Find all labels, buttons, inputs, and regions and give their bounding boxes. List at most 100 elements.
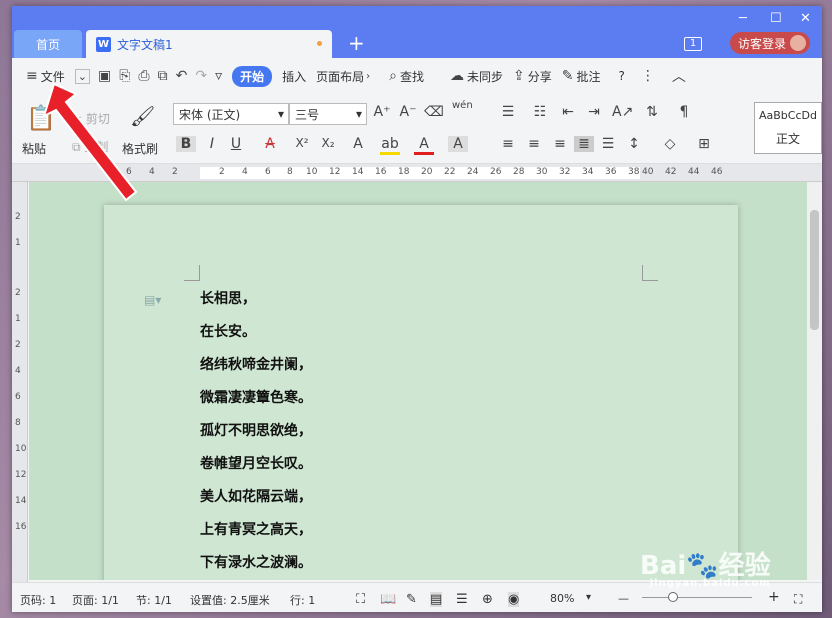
sync-status[interactable]: ☁ 未同步 [450,68,503,85]
style-normal[interactable]: AaBbCcDd 正文 [754,102,822,154]
shrink-font-icon[interactable]: A⁻ [398,104,418,120]
comment-label: 批注 [576,69,601,84]
outline-view-icon[interactable]: ☰ [456,592,468,607]
document-page[interactable]: ▤▾ 长相思， 在长安。 络纬秋啼金井阑， 微霜凄凄簟色寒。 孤灯不明思欲绝， … [104,205,738,580]
help-button[interactable]: ? [619,69,625,83]
page-number[interactable]: 页码: 1 [20,592,56,608]
subscript-button[interactable]: X₂ [318,136,338,150]
paragraph-handle-icon[interactable]: ▤▾ [144,293,161,307]
sort-icon[interactable]: ⇅ [642,104,662,120]
underline-button[interactable]: U [226,136,246,152]
superscript-button[interactable]: X² [292,136,312,150]
vertical-scrollbar[interactable] [807,182,822,580]
tab-home[interactable]: 首页 [14,30,82,58]
style-name: 正文 [775,132,800,146]
highlight-icon[interactable]: ab [380,136,400,155]
vertical-ruler[interactable]: 2 1 2 1 2 4 6 8 10 12 14 16 [12,182,28,582]
bullet-list-icon[interactable]: ☰ [498,104,518,120]
setting-value[interactable]: 设置值: 2.5厘米 [190,592,270,608]
distribute-icon[interactable]: ☰ [598,136,618,152]
font-color-icon[interactable]: A [414,136,434,155]
ruler-tick: 4 [15,366,21,376]
format-painter-icon[interactable]: 🖌 [130,104,155,128]
share-button[interactable]: ⇪ 分享 [513,68,552,85]
clear-format-icon[interactable]: ⌫ [424,104,444,120]
minimize-button[interactable]: ─ [739,11,747,26]
page-view-icon[interactable]: ▤ [430,592,443,607]
print-icon[interactable]: ⎙ [138,68,149,84]
horizontal-ruler[interactable]: 6 4 2 2 4 6 8 10 12 14 16 18 20 22 24 26… [12,164,822,182]
grow-font-icon[interactable]: A⁺ [372,104,392,120]
borders-icon[interactable]: ⊞ [694,136,714,152]
show-marks-icon[interactable]: ¶ [674,104,694,120]
tab-page-layout[interactable]: 页面布局 › [316,68,373,85]
italic-button[interactable]: I [202,136,222,152]
zoom-slider[interactable] [642,597,752,598]
more-dropdown-icon[interactable]: ▿ [215,68,222,84]
align-center-icon[interactable]: ≡ [524,136,544,152]
cut-label: 剪切 [85,112,110,126]
align-left-icon[interactable]: ≡ [498,136,518,152]
justify-icon[interactable]: ≣ [574,136,594,152]
numbered-list-icon[interactable]: ☷ [530,104,550,120]
tab-document[interactable]: W 文字文稿1 [86,30,332,58]
zoom-in-button[interactable]: + [768,589,780,605]
zoom-out-button[interactable]: — [618,592,629,605]
hamburger-icon: ≡ [26,68,38,84]
wps-window: 首页 W 文字文稿1 + ─ ☐ ✕ 1 访客登录 ≡ 文件 ⌄ ▣ ⎘ ⎙ ⧉ … [12,6,822,612]
collapse-ribbon-icon[interactable]: ︿ [672,66,686,86]
reading-mode-icon[interactable]: 📖 [380,592,396,607]
text-effect-icon[interactable]: A [348,136,368,152]
poem-text[interactable]: 长相思， 在长安。 络纬秋啼金井阑， 微霜凄凄簟色寒。 孤灯不明思欲绝， 卷帷望… [200,289,312,580]
paste-icon[interactable]: 📋 [26,104,56,132]
maximize-button[interactable]: ☐ [770,11,782,26]
zoom-slider-handle[interactable] [668,592,678,602]
font-name-select[interactable]: 宋体 (正文) ▾ [173,103,289,125]
format-icon[interactable]: ⎘ [119,68,130,84]
bold-button[interactable]: B [176,136,196,152]
format-painter-button[interactable]: 格式刷 [122,140,158,157]
comment-button[interactable]: ✎ 批注 [562,68,601,85]
chevron-down-icon[interactable]: ▾ [586,592,591,603]
strikethrough-button[interactable]: A [260,136,280,152]
font-size-select[interactable]: 三号 ▾ [289,103,367,125]
ruler-tick: 1 [15,238,21,248]
window-count-badge[interactable]: 1 [684,37,702,51]
text-direction-icon[interactable]: A↗ [612,104,633,120]
paste-button[interactable]: 粘贴 [22,140,46,157]
scrollbar-thumb[interactable] [810,210,819,330]
redo-icon[interactable]: ↷ [195,68,207,84]
preview-icon[interactable]: ⧉ [158,68,168,84]
web-view-icon[interactable]: ⊕ [482,592,493,607]
row-number[interactable]: 行: 1 [290,592,315,608]
sync-label: 未同步 [467,69,504,84]
tab-insert[interactable]: 插入 [282,68,306,85]
eye-protection-icon[interactable]: ◉ [508,592,520,607]
cut-button[interactable]: ✂ 剪切 [72,110,110,127]
page-count[interactable]: 页面: 1/1 [72,592,119,608]
fullscreen-icon[interactable]: ⛶ [356,592,365,607]
new-tab-button[interactable]: + [348,32,365,54]
copy-button[interactable]: ⧉ 复制 [72,138,108,155]
write-mode-icon[interactable]: ✎ [406,592,417,607]
decrease-indent-icon[interactable]: ⇤ [558,104,578,120]
fit-window-icon[interactable]: ⛶ [794,592,802,607]
shading-icon[interactable]: ◇ [660,136,680,152]
guest-login-button[interactable]: 访客登录 [730,32,810,54]
line-spacing-icon[interactable]: ↕ [624,136,644,152]
file-dropdown-icon[interactable]: ⌄ [74,68,90,84]
align-right-icon[interactable]: ≡ [550,136,570,152]
close-button[interactable]: ✕ [800,11,811,26]
file-menu[interactable]: ≡ 文件 [26,68,65,85]
find-button[interactable]: ⌕ 查找 [389,68,424,85]
char-shading-icon[interactable]: A [448,136,468,152]
more-menu-icon[interactable]: ⋮ [641,68,655,84]
zoom-level[interactable]: 80% [550,592,574,605]
document-area[interactable]: ▤▾ 长相思， 在长安。 络纬秋啼金井阑， 微霜凄凄簟色寒。 孤灯不明思欲绝， … [29,182,807,580]
undo-icon[interactable]: ↶ [176,68,188,84]
increase-indent-icon[interactable]: ⇥ [584,104,604,120]
tab-start[interactable]: 开始 [232,65,273,87]
section-count[interactable]: 节: 1/1 [136,592,172,608]
pinyin-icon[interactable]: wén [452,100,473,111]
save-icon[interactable]: ▣ [98,68,111,84]
